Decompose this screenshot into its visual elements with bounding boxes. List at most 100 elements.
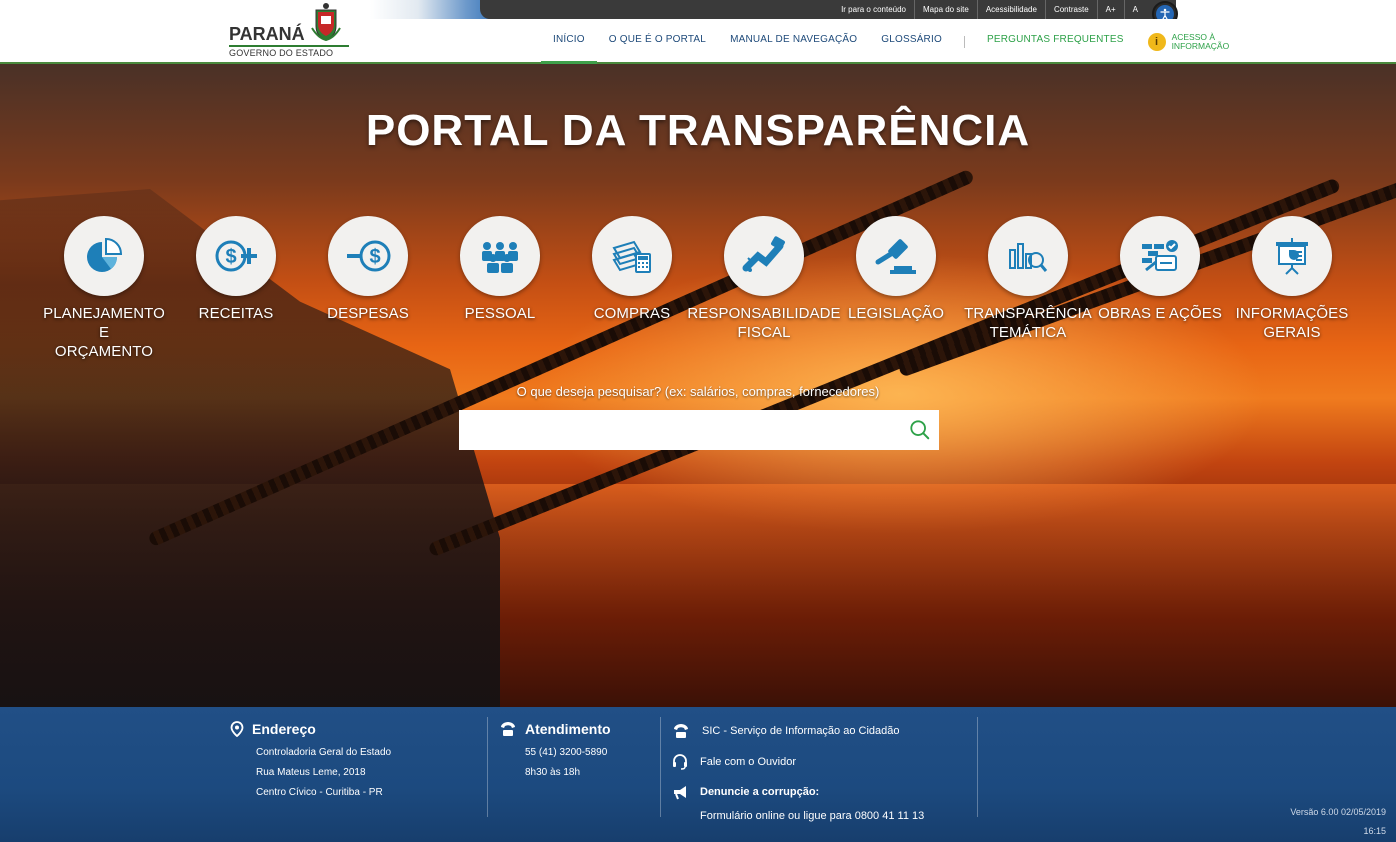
- sitemap-link[interactable]: Mapa do site: [914, 0, 977, 19]
- category-label-2: TEMÁTICA: [989, 324, 1067, 341]
- site-footer: Endereço Controladoria Geral do Estado R…: [0, 707, 1396, 842]
- category-circle[interactable]: [64, 216, 144, 296]
- category-label: DESPESAS: [327, 305, 409, 322]
- category-planejamento[interactable]: PLANEJAMENTO E ORÇAMENTO: [38, 216, 170, 361]
- font-increase-link[interactable]: A+: [1096, 0, 1124, 19]
- svg-text:$: $: [225, 246, 236, 268]
- acesso-informacao-link[interactable]: i ACESSO À INFORMAÇÃO: [1147, 32, 1230, 51]
- category-circle[interactable]: [460, 216, 540, 296]
- nav-divider: [963, 35, 965, 48]
- phone-icon: [674, 724, 688, 738]
- footer-endereco-title: Endereço: [252, 721, 316, 737]
- search-icon[interactable]: [909, 419, 931, 441]
- headset-icon: [673, 754, 687, 770]
- category-circle[interactable]: [1252, 216, 1332, 296]
- category-transparencia-tematica[interactable]: TRANSPARÊNCIA TEMÁTICA: [962, 216, 1094, 361]
- denuncie-title: Denuncie a corrupção:: [700, 786, 820, 798]
- footer-atendimento-line: 55 (41) 3200-5890: [525, 747, 608, 758]
- presentation-icon: [1276, 238, 1308, 275]
- ouvidor-link-label: Fale com o Ouvidor: [700, 756, 796, 768]
- footer-divider: [977, 717, 978, 817]
- footer-atendimento-line: 8h30 às 18h: [525, 767, 581, 778]
- category-label-2: FISCAL: [737, 324, 791, 341]
- dollar-plus-icon: $: [215, 240, 257, 272]
- footer-endereco-line: Centro Cívico - Curitiba - PR: [256, 787, 383, 798]
- chart-search-icon: [1009, 243, 1048, 272]
- footer-endereco-line: Rua Mateus Leme, 2018: [256, 767, 366, 778]
- footer-atendimento-title: Atendimento: [525, 721, 611, 737]
- category-circle[interactable]: [856, 216, 936, 296]
- category-circle[interactable]: [988, 216, 1068, 296]
- contrast-link[interactable]: Contraste: [1044, 0, 1097, 19]
- gavel-icon: [875, 239, 916, 274]
- font-reset-link[interactable]: A: [1123, 0, 1146, 19]
- denuncie-text: Formulário online ou ligue para 0800 41 …: [700, 810, 925, 822]
- footer-divider: [660, 717, 661, 817]
- svg-text:$: $: [369, 246, 380, 268]
- phone-icon: [501, 722, 515, 736]
- category-label: TRANSPARÊNCIA: [964, 305, 1092, 322]
- search-label: O que deseja pesquisar? (ex: salários, c…: [516, 384, 880, 399]
- category-receitas[interactable]: $ RECEITAS: [170, 216, 302, 361]
- sic-link-label: SIC - Serviço de Informação ao Cidadão: [702, 725, 900, 737]
- category-circle[interactable]: $: [196, 216, 276, 296]
- search-box: [459, 410, 939, 450]
- category-legislacao[interactable]: LEGISLAÇÃO: [830, 216, 962, 361]
- category-label: OBRAS E AÇÕES: [1098, 305, 1222, 322]
- category-circle[interactable]: [724, 216, 804, 296]
- category-compras[interactable]: COMPRAS: [566, 216, 698, 361]
- accessibility-link[interactable]: Acessibilidade: [976, 0, 1045, 19]
- category-label: RESPONSABILIDADE: [687, 305, 841, 322]
- category-circle[interactable]: [1120, 216, 1200, 296]
- ouvidor-link[interactable]: Fale com o Ouvidor: [672, 752, 924, 772]
- page-title: PORTAL DA TRANSPARÊNCIA: [365, 106, 1031, 155]
- skip-to-content-link[interactable]: Ir para o conteúdo: [833, 0, 914, 19]
- category-label: INFORMAÇÕES: [1235, 305, 1349, 322]
- nav-perguntas-frequentes[interactable]: PERGUNTAS FREQUENTES: [975, 19, 1136, 64]
- category-label: PESSOAL: [464, 305, 536, 322]
- acesso-line2: INFORMAÇÃO: [1171, 40, 1230, 51]
- sic-link[interactable]: SIC - Serviço de Informação ao Cidadão: [672, 721, 924, 741]
- handshake-icon: [742, 236, 785, 272]
- location-pin-icon: [230, 721, 244, 737]
- denuncie-link[interactable]: Formulário online ou ligue para 0800 41 …: [672, 806, 924, 826]
- footer-divider: [487, 717, 488, 817]
- category-label: RECEITAS: [198, 305, 274, 322]
- construction-icon: [1142, 240, 1178, 272]
- category-circle[interactable]: [592, 216, 672, 296]
- main-nav: INÍCIO O QUE É O PORTAL MANUAL DE NAVEGA…: [541, 19, 1230, 65]
- logo-subtitle: GOVERNO DO ESTADO: [229, 45, 349, 58]
- people-icon: [482, 242, 518, 273]
- category-label: PLANEJAMENTO E: [43, 305, 165, 341]
- logo-title: PARANÁ: [229, 24, 305, 44]
- nav-manual-de-navegacao[interactable]: MANUAL DE NAVEGAÇÃO: [718, 19, 869, 64]
- nav-inicio[interactable]: INÍCIO: [541, 19, 597, 65]
- flag-decoration: [370, 0, 490, 19]
- category-label-2: GERAIS: [1263, 324, 1321, 341]
- nav-glossario[interactable]: GLOSSÁRIO: [869, 19, 954, 64]
- category-informacoes-gerais[interactable]: INFORMAÇÕES GERAIS: [1226, 216, 1358, 361]
- coat-of-arms-icon: [311, 3, 341, 42]
- category-label: COMPRAS: [593, 305, 671, 322]
- category-despesas[interactable]: $ DESPESAS: [302, 216, 434, 361]
- category-circle[interactable]: $: [328, 216, 408, 296]
- version-info: Versão 6.00 02/05/2019 16:15: [1290, 803, 1386, 841]
- megaphone-icon: [674, 786, 686, 800]
- parana-logo[interactable]: PARANÁ GOVERNO DO ESTADO: [228, 0, 353, 58]
- footer-endereco-line: Controladoria Geral do Estado: [256, 747, 392, 758]
- category-label: LEGISLAÇÃO: [847, 305, 945, 322]
- version-label: Versão 6.00 02/05/2019: [1290, 807, 1386, 817]
- footer-endereco: Endereço Controladoria Geral do Estado R…: [230, 721, 391, 803]
- footer-links: SIC - Serviço de Informação ao Cidadão F…: [672, 721, 924, 826]
- nav-o-que-e-o-portal[interactable]: O QUE É O PORTAL: [597, 19, 718, 64]
- category-label-2: ORÇAMENTO: [54, 343, 154, 360]
- footer-atendimento: Atendimento 55 (41) 3200-5890 8h30 às 18…: [499, 721, 611, 783]
- denuncie-heading: Denuncie a corrupção:: [672, 782, 924, 802]
- category-responsabilidade-fiscal[interactable]: RESPONSABILIDADE FISCAL: [687, 216, 841, 361]
- search-input[interactable]: [459, 410, 899, 450]
- pie-chart-icon: [87, 237, 123, 272]
- utility-bar: Ir para o conteúdo Mapa do site Acessibi…: [480, 0, 1176, 19]
- money-calculator-icon: [612, 240, 651, 273]
- category-obras-e-acoes[interactable]: OBRAS E AÇÕES: [1094, 216, 1226, 361]
- category-pessoal[interactable]: PESSOAL: [434, 216, 566, 361]
